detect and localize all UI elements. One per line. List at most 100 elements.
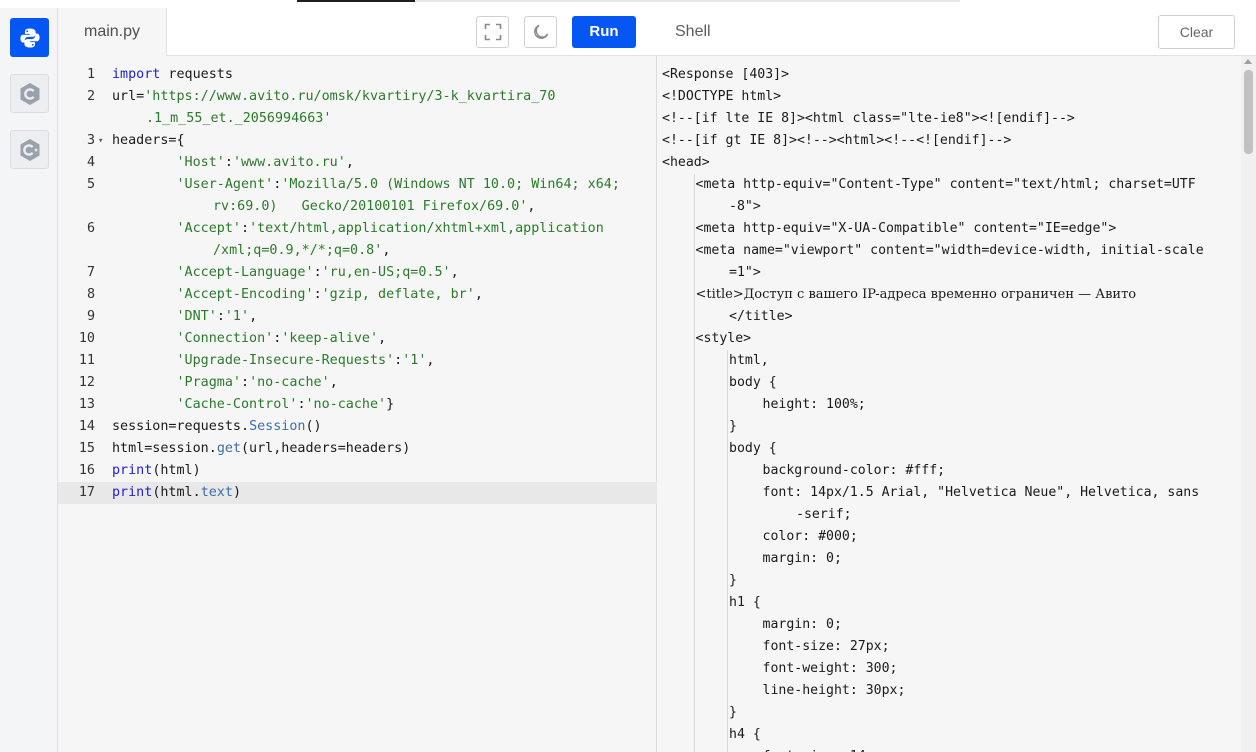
line-number: 10 [78, 331, 95, 346]
dark-mode-toggle[interactable] [524, 16, 557, 48]
shell-output-line: <meta http-equiv="X-UA-Compatible" conte… [695, 221, 1117, 236]
shell-output-line: } [729, 705, 737, 720]
line-number: 16 [78, 463, 95, 478]
code-line[interactable]: 5 'User-Agent':'Mozilla/5.0 (Windows NT … [58, 174, 657, 218]
code-text: 'User-Agent':'Mozilla/5.0 (Windows NT 10… [176, 177, 620, 192]
line-number: 17 [78, 485, 95, 500]
shell-output-line: h4 { [729, 727, 761, 742]
code-text: headers={ [112, 133, 185, 148]
shell-output-line: =1"> [729, 265, 761, 280]
code-text: 'Host':'www.avito.ru', [176, 155, 354, 170]
code-line[interactable]: 12 'Pragma':'no-cache', [58, 372, 657, 394]
code-text: session=requests.Session() [112, 419, 322, 434]
shell-output-line: <!DOCTYPE html> [662, 89, 782, 104]
line-number: 11 [78, 353, 95, 368]
code-editor-pane: main.py Run 1 import requests 2 url='https:… [58, 8, 657, 752]
code-line[interactable]: 16 print(html) [58, 460, 657, 482]
shell-output-line: background-color: #fff; [762, 463, 946, 478]
line-number: 1 [86, 67, 95, 82]
cpp-language-icon [20, 138, 39, 161]
code-text: html=session.get(url,headers=headers) [112, 441, 411, 456]
clear-button[interactable]: Clear [1158, 15, 1235, 49]
line-number: 13 [78, 397, 95, 412]
shell-output-line: -8"> [729, 199, 761, 214]
code-text: url='https://www.avito.ru/omsk/kvartiry/… [112, 89, 556, 104]
code-line[interactable]: 1 import requests [58, 64, 657, 86]
code-text: 'Accept':'text/html,application/xhtml+xm… [176, 221, 604, 236]
shell-scrollbar-thumb[interactable] [1244, 70, 1253, 154]
shell-scrollbar[interactable] [1241, 56, 1256, 752]
c-language-button[interactable] [10, 74, 49, 113]
shell-output[interactable]: <Response [403]> <!DOCTYPE html> <!--[if l… [657, 56, 1241, 752]
code-line[interactable]: 10 'Connection':'keep-alive', [58, 328, 657, 350]
shell-toolbar: Shell Clear [657, 8, 1256, 56]
cpp-language-button[interactable] [10, 130, 49, 169]
line-number: 6 [86, 221, 95, 236]
code-area[interactable]: 1 import requests 2 url='https://www.avito.… [58, 56, 657, 752]
run-button[interactable]: Run [572, 16, 636, 48]
python-language-button[interactable] [10, 18, 49, 57]
code-line[interactable]: 14 session=requests.Session() [58, 416, 657, 438]
shell-output-line: font-size: 27px; [762, 639, 890, 654]
code-line[interactable]: 8 'Accept-Encoding':'gzip, deflate, br', [58, 284, 657, 306]
line-number: 12 [78, 375, 95, 390]
shell-output-line: <meta name="viewport" content="width=dev… [695, 243, 1204, 258]
language-sidebar [0, 8, 58, 752]
code-line[interactable]: 2 url='https://www.avito.ru/omsk/kvartiry… [58, 86, 657, 130]
code-line[interactable]: 9 'DNT':'1', [58, 306, 657, 328]
window-top-strip [0, 0, 1256, 8]
code-text: 'Accept-Language':'ru,en-US;q=0.5', [176, 265, 459, 280]
c-language-icon [20, 82, 39, 105]
shell-output-line: height: 100%; [762, 397, 866, 412]
line-number: 7 [86, 265, 95, 280]
code-text-wrapped: .1_m_55_et._2056994663' [146, 111, 332, 126]
file-tab-main-py[interactable]: main.py [58, 8, 167, 56]
line-number: 9 [86, 309, 95, 324]
code-text-wrapped: rv:69.0) Gecko/20100101 Firefox/69.0', [213, 199, 536, 214]
shell-output-line: } [729, 573, 737, 588]
shell-output-line: font: 14px/1.5 Arial, "Helvetica Neue", … [762, 485, 1200, 500]
shell-output-line: font-weight: 300; [762, 661, 898, 676]
code-line[interactable]: 13 'Cache-Control':'no-cache'} [58, 394, 657, 416]
shell-output-line: body { [729, 375, 777, 390]
shell-output-line: <meta http-equiv="Content-Type" content=… [695, 177, 1196, 192]
shell-output-line: <head> [662, 155, 710, 170]
shell-output-line: <style> [695, 331, 752, 346]
scroll-up-arrow-icon[interactable] [1244, 59, 1252, 64]
code-line[interactable]: 4 'Host':'www.avito.ru', [58, 152, 657, 174]
editor-toolbar: main.py Run [58, 8, 657, 56]
code-line[interactable]: 3 ▾ headers={ [58, 130, 657, 152]
shell-output-line: html, [729, 353, 769, 368]
shell-output-line: <Response [403]> [662, 67, 790, 82]
fold-arrow-icon[interactable]: ▾ [98, 130, 103, 152]
code-text: 'Cache-Control':'no-cache'} [176, 397, 395, 412]
code-text: 'Pragma':'no-cache', [176, 375, 338, 390]
code-text: print(html.text) [112, 485, 241, 500]
shell-output-line: </title> [729, 309, 793, 324]
line-number: 14 [78, 419, 95, 434]
code-text: 'Accept-Encoding':'gzip, deflate, br', [176, 287, 483, 302]
shell-output-line: font-size: 14px; [763, 746, 1242, 752]
line-number: 3 [86, 133, 95, 148]
code-text: print(html) [112, 463, 201, 478]
shell-output-line: h1 { [729, 595, 761, 610]
shell-output-line: <!--[if lte IE 8]><html class="lte-ie8">… [662, 111, 1075, 126]
line-number: 4 [86, 155, 95, 170]
code-line[interactable]: 15 html=session.get(url,headers=headers) [58, 438, 657, 460]
moon-icon [533, 24, 548, 39]
shell-title: Shell [675, 23, 711, 40]
shell-output-line: } [729, 419, 737, 434]
code-line[interactable]: 6 'Accept':'text/html,application/xhtml+… [58, 218, 657, 262]
code-line[interactable]: 17 print(html.text) [58, 482, 657, 504]
shell-output-line: <!--[if gt IE 8]><!--><html><!--<![endif… [662, 133, 1012, 148]
shell-output-line: body { [729, 441, 777, 456]
code-text: import requests [112, 67, 233, 82]
code-line[interactable]: 11 'Upgrade-Insecure-Requests':'1', [58, 350, 657, 372]
code-text: 'Connection':'keep-alive', [176, 331, 387, 346]
shell-output-line: <title>Доступ с вашего IP-адреса временн… [695, 287, 1137, 302]
line-number: 2 [86, 89, 95, 104]
shell-output-line: -serif; [796, 507, 852, 522]
code-line[interactable]: 7 'Accept-Language':'ru,en-US;q=0.5', [58, 262, 657, 284]
python-icon [19, 28, 40, 47]
fullscreen-button[interactable] [476, 16, 509, 48]
